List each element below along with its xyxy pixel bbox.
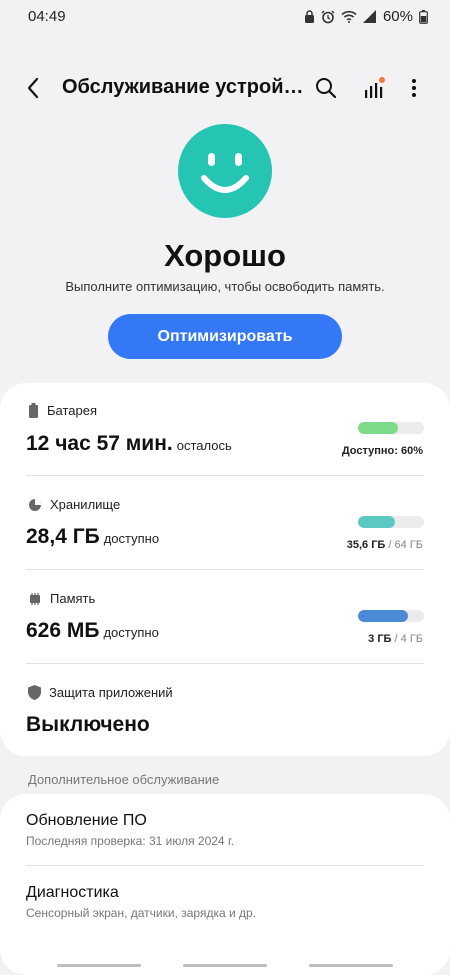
battery-icon [419,9,428,24]
smiley-face-icon [178,124,272,218]
battery-suffix: осталось [176,438,232,453]
nav-home-button[interactable] [183,964,267,967]
storage-usage-fill [358,516,395,528]
nav-back-button[interactable] [309,964,393,967]
more-vert-icon [412,79,416,97]
back-button[interactable] [16,71,50,105]
shield-icon [28,685,41,700]
search-icon [316,78,337,99]
software-update-title: Обновление ПО [26,812,147,829]
software-update-item[interactable]: Обновление ПО Последняя проверка: 31 июл… [0,794,450,865]
storage-available-value: 28,4 ГБ [26,525,100,548]
battery-icon [29,403,38,418]
bar-chart-icon [365,77,385,98]
memory-item[interactable]: Память 626 МБ доступно 3 ГБ / 4 ГБ [0,570,450,663]
memory-total-caption: / 4 ГБ [394,633,423,645]
optimize-button[interactable]: Оптимизировать [108,314,342,359]
wifi-icon [341,10,357,23]
app-protection-status: Выключено [26,713,150,736]
diagnostics-subtitle: Сенсорный экран, датчики, зарядка и др. [26,906,257,920]
battery-time-value: 12 час 57 мин. [26,432,173,455]
memory-usage-bar [358,610,424,622]
diagnostics-item[interactable]: Диагностика Сенсорный экран, датчики, за… [0,866,450,938]
battery-label: Батарея [47,403,98,418]
storage-label: Хранилище [50,497,121,512]
memory-available-value: 626 МБ [26,619,100,642]
memory-chip-icon [30,592,40,605]
status-time: 04:49 [28,8,66,25]
diagnostics-title: Диагностика [26,884,119,901]
storage-suffix: доступно [103,531,160,546]
storage-item[interactable]: Хранилище 28,4 ГБ доступно 35,6 ГБ / 64 Г… [0,476,450,569]
battery-level-bar [358,422,424,434]
app-protection-label: Защита приложений [49,685,173,700]
nav-recents-button[interactable] [57,964,141,967]
stats-button[interactable] [357,71,391,105]
storage-usage-bar [358,516,424,528]
notification-dot [379,77,385,83]
storage-total-caption: / 64 ГБ [388,539,423,551]
memory-used-caption: 3 ГБ [368,633,392,645]
software-update-subtitle: Последняя проверка: 31 июля 2024 г. [26,834,235,848]
alarm-icon [321,10,335,24]
battery-percent: 60% [382,8,413,25]
back-icon [27,77,39,99]
memory-suffix: доступно [103,625,159,640]
battery-item[interactable]: Батарея 12 час 57 мин. осталось Доступно:… [0,383,450,475]
additional-maintenance-card: Обновление ПО Последняя проверка: 31 июл… [0,794,450,975]
app-protection-item[interactable]: Защита приложений Выключено [0,664,450,756]
memory-usage-fill [358,610,408,622]
storage-used-caption: 35,6 ГБ [346,539,386,551]
page-title: Обслуживание устройства [62,76,304,98]
device-status-card: Батарея 12 час 57 мин. осталось Доступно:… [0,383,450,756]
battery-level-fill [358,422,398,434]
storage-pie-icon [29,498,41,511]
lock-icon [304,10,315,23]
device-status: Хорошо [164,238,286,273]
battery-available-caption: Доступно: 60% [341,445,423,457]
more-options-button[interactable] [397,71,431,105]
section-header: Дополнительное обслуживание [28,772,220,787]
search-button[interactable] [309,71,343,105]
status-icons: 60% [304,8,428,25]
signal-icon [362,10,377,23]
status-subtitle: Выполните оптимизацию, чтобы освободить … [65,279,385,294]
memory-label: Память [50,591,96,606]
